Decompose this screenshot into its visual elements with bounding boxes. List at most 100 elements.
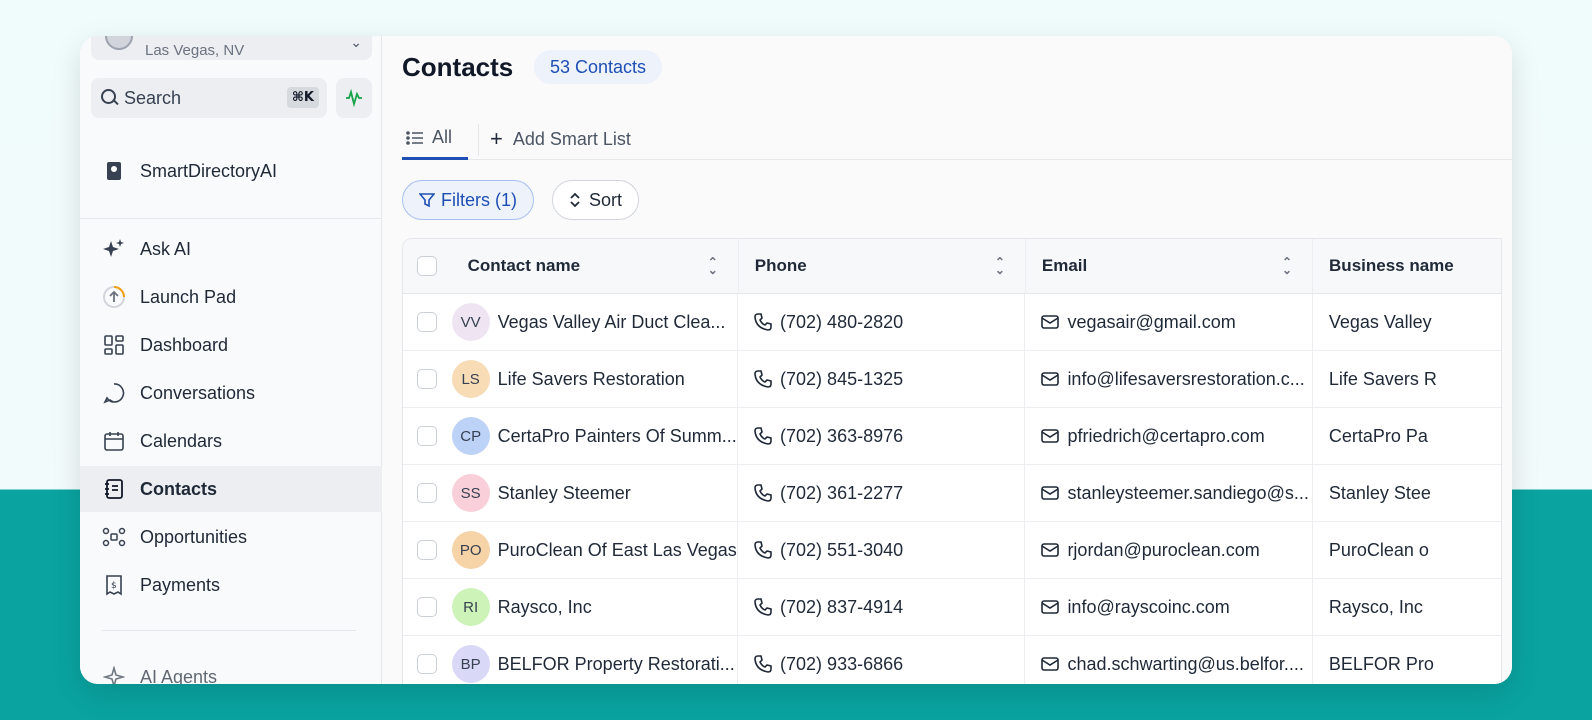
email-cell[interactable]: pfriedrich@certapro.com (1025, 408, 1313, 464)
contact-name-cell[interactable]: BP BELFOR Property Restorati... (451, 636, 739, 684)
email-cell[interactable]: rjordan@puroclean.com (1025, 522, 1313, 578)
sort-arrows-icon[interactable]: ⌃ ⌄ (1282, 256, 1292, 276)
email-address[interactable]: rjordan@puroclean.com (1067, 540, 1259, 561)
business-name-cell[interactable]: CertaPro Pa (1313, 408, 1501, 464)
column-header-business-name[interactable]: Business name (1313, 239, 1501, 293)
contact-name-cell[interactable]: CP CertaPro Painters Of Summ... (451, 408, 739, 464)
row-checkbox[interactable] (417, 426, 438, 446)
phone-cell[interactable]: (702) 837-4914 (738, 579, 1026, 635)
email-cell[interactable]: stanleysteemer.sandiego@s... (1025, 465, 1313, 521)
phone-cell[interactable]: (702) 363-8976 (738, 408, 1026, 464)
sidebar-item-ai-agents[interactable]: AI Agents (80, 654, 382, 684)
phone-number[interactable]: (702) 363-8976 (780, 426, 903, 447)
email-address[interactable]: stanleysteemer.sandiego@s... (1067, 483, 1308, 504)
search-button[interactable]: Search ⌘K (91, 78, 327, 118)
email-address[interactable]: pfriedrich@certapro.com (1067, 426, 1264, 447)
contact-name-cell[interactable]: VV Vegas Valley Air Duct Clea... (451, 294, 739, 350)
phone-cell[interactable]: (702) 551-3040 (738, 522, 1026, 578)
phone-cell[interactable]: (702) 933-6866 (738, 636, 1026, 684)
sidebar-item-ask-ai[interactable]: Ask AI (80, 226, 382, 272)
email-cell[interactable]: info@lifesaversrestoration.c... (1025, 351, 1313, 407)
sidebar-item-payments[interactable]: $ Payments (80, 562, 382, 608)
contact-name[interactable]: CertaPro Painters Of Summ... (498, 426, 737, 447)
contact-name-cell[interactable]: SS Stanley Steemer (451, 465, 739, 521)
email-address[interactable]: vegasair@gmail.com (1067, 312, 1235, 333)
table-row[interactable]: CP CertaPro Painters Of Summ... (702) 36… (403, 408, 1501, 465)
select-all-checkbox[interactable] (417, 256, 438, 276)
sort-arrows-icon[interactable]: ⌃ ⌄ (995, 256, 1005, 276)
phone-cell[interactable]: (702) 361-2277 (738, 465, 1026, 521)
avatar: LS (451, 360, 490, 398)
row-checkbox[interactable] (417, 312, 438, 332)
contact-name-cell[interactable]: RI Raysco, Inc (451, 579, 739, 635)
email-address[interactable]: info@rayscoinc.com (1067, 597, 1229, 618)
tab-all-label: All (432, 127, 453, 147)
sidebar-item-opportunities[interactable]: Opportunities (80, 514, 382, 560)
business-name-cell[interactable]: Raysco, Inc (1313, 579, 1501, 635)
phone-cell[interactable]: (702) 845-1325 (738, 351, 1026, 407)
phone-icon (754, 655, 772, 673)
business-name-cell[interactable]: Life Savers R (1313, 351, 1501, 407)
sort-arrows-icon[interactable]: ⌃ ⌄ (708, 256, 718, 276)
business-name-cell[interactable]: PuroClean o (1313, 522, 1501, 578)
mail-icon (1041, 428, 1060, 444)
phone-cell[interactable]: (702) 480-2820 (738, 294, 1026, 350)
business-name-cell[interactable]: Stanley Stee (1313, 465, 1501, 521)
business-name-cell[interactable]: BELFOR Pro (1313, 636, 1501, 684)
filters-button[interactable]: Filters (1) (402, 180, 534, 220)
column-header-phone[interactable]: Phone ⌃ ⌄ (739, 239, 1026, 293)
tab-all[interactable]: All (402, 118, 468, 160)
phone-number[interactable]: (702) 933-6866 (780, 654, 903, 675)
sidebar-item-conversations[interactable]: Conversations (80, 370, 382, 416)
email-cell[interactable]: chad.schwarting@us.belfor.... (1025, 636, 1313, 684)
column-header-email[interactable]: Email ⌃ ⌄ (1026, 239, 1314, 293)
column-header-contact-name[interactable]: Contact name ⌃ ⌄ (452, 239, 739, 293)
location-switcher[interactable]: Las Vegas, NV ⌄ (91, 36, 372, 60)
table-row[interactable]: BP BELFOR Property Restorati... (702) 93… (403, 636, 1501, 684)
business-name: Vegas Valley (1328, 311, 1432, 332)
column-label: Business name (1329, 256, 1454, 275)
business-name-cell[interactable]: Vegas Valley (1313, 294, 1501, 350)
table-row[interactable]: SS Stanley Steemer (702) 361-2277 stanle… (403, 465, 1501, 522)
sort-button[interactable]: Sort (552, 180, 640, 220)
table-row[interactable]: RI Raysco, Inc (702) 837-4914 info@raysc… (403, 579, 1501, 636)
sidebar-item-dashboard[interactable]: Dashboard (80, 322, 382, 368)
row-checkbox[interactable] (417, 483, 438, 503)
phone-number[interactable]: (702) 361-2277 (780, 483, 903, 504)
table-row[interactable]: LS Life Savers Restoration (702) 845-132… (403, 351, 1501, 408)
contact-name[interactable]: Vegas Valley Air Duct Clea... (498, 312, 726, 333)
contact-name[interactable]: PuroClean Of East Las Vegas (498, 540, 737, 561)
email-address[interactable]: chad.schwarting@us.belfor.... (1067, 654, 1303, 675)
phone-number[interactable]: (702) 845-1325 (780, 369, 903, 390)
contact-name[interactable]: Stanley Steemer (498, 483, 631, 504)
sidebar-divider (80, 218, 382, 219)
row-checkbox[interactable] (417, 654, 438, 674)
row-checkbox[interactable] (417, 369, 438, 389)
sidebar-item-contacts[interactable]: Contacts (80, 466, 382, 512)
row-checkbox[interactable] (417, 540, 438, 560)
avatar: PO (451, 531, 490, 569)
email-cell[interactable]: info@rayscoinc.com (1025, 579, 1313, 635)
sort-label: Sort (589, 189, 623, 210)
sidebar-item-brand[interactable]: SmartDirectoryAI (80, 148, 382, 194)
ai-wave-icon (346, 88, 362, 108)
table-header: Contact name ⌃ ⌄ Phone ⌃ ⌄ Email ⌃ ⌄ Busine… (403, 239, 1501, 294)
contact-name[interactable]: BELFOR Property Restorati... (498, 654, 735, 675)
email-address[interactable]: info@lifesaversrestoration.c... (1067, 369, 1304, 390)
phone-number[interactable]: (702) 480-2820 (780, 312, 903, 333)
phone-number[interactable]: (702) 837-4914 (780, 597, 903, 618)
table-row[interactable]: VV Vegas Valley Air Duct Clea... (702) 4… (403, 294, 1501, 351)
contact-name[interactable]: Life Savers Restoration (498, 369, 685, 390)
contact-name-cell[interactable]: LS Life Savers Restoration (451, 351, 739, 407)
contact-name[interactable]: Raysco, Inc (498, 597, 592, 618)
tab-separator (478, 124, 479, 156)
sidebar-item-launch-pad[interactable]: Launch Pad (80, 274, 382, 320)
contact-name-cell[interactable]: PO PuroClean Of East Las Vegas (451, 522, 739, 578)
ai-assistant-button[interactable] (336, 78, 372, 118)
sidebar-item-calendars[interactable]: Calendars (80, 418, 382, 464)
table-row[interactable]: PO PuroClean Of East Las Vegas (702) 551… (403, 522, 1501, 579)
row-checkbox[interactable] (417, 597, 438, 617)
add-smart-list-button[interactable]: + Add Smart List (490, 118, 631, 160)
phone-number[interactable]: (702) 551-3040 (780, 540, 903, 561)
email-cell[interactable]: vegasair@gmail.com (1025, 294, 1313, 350)
